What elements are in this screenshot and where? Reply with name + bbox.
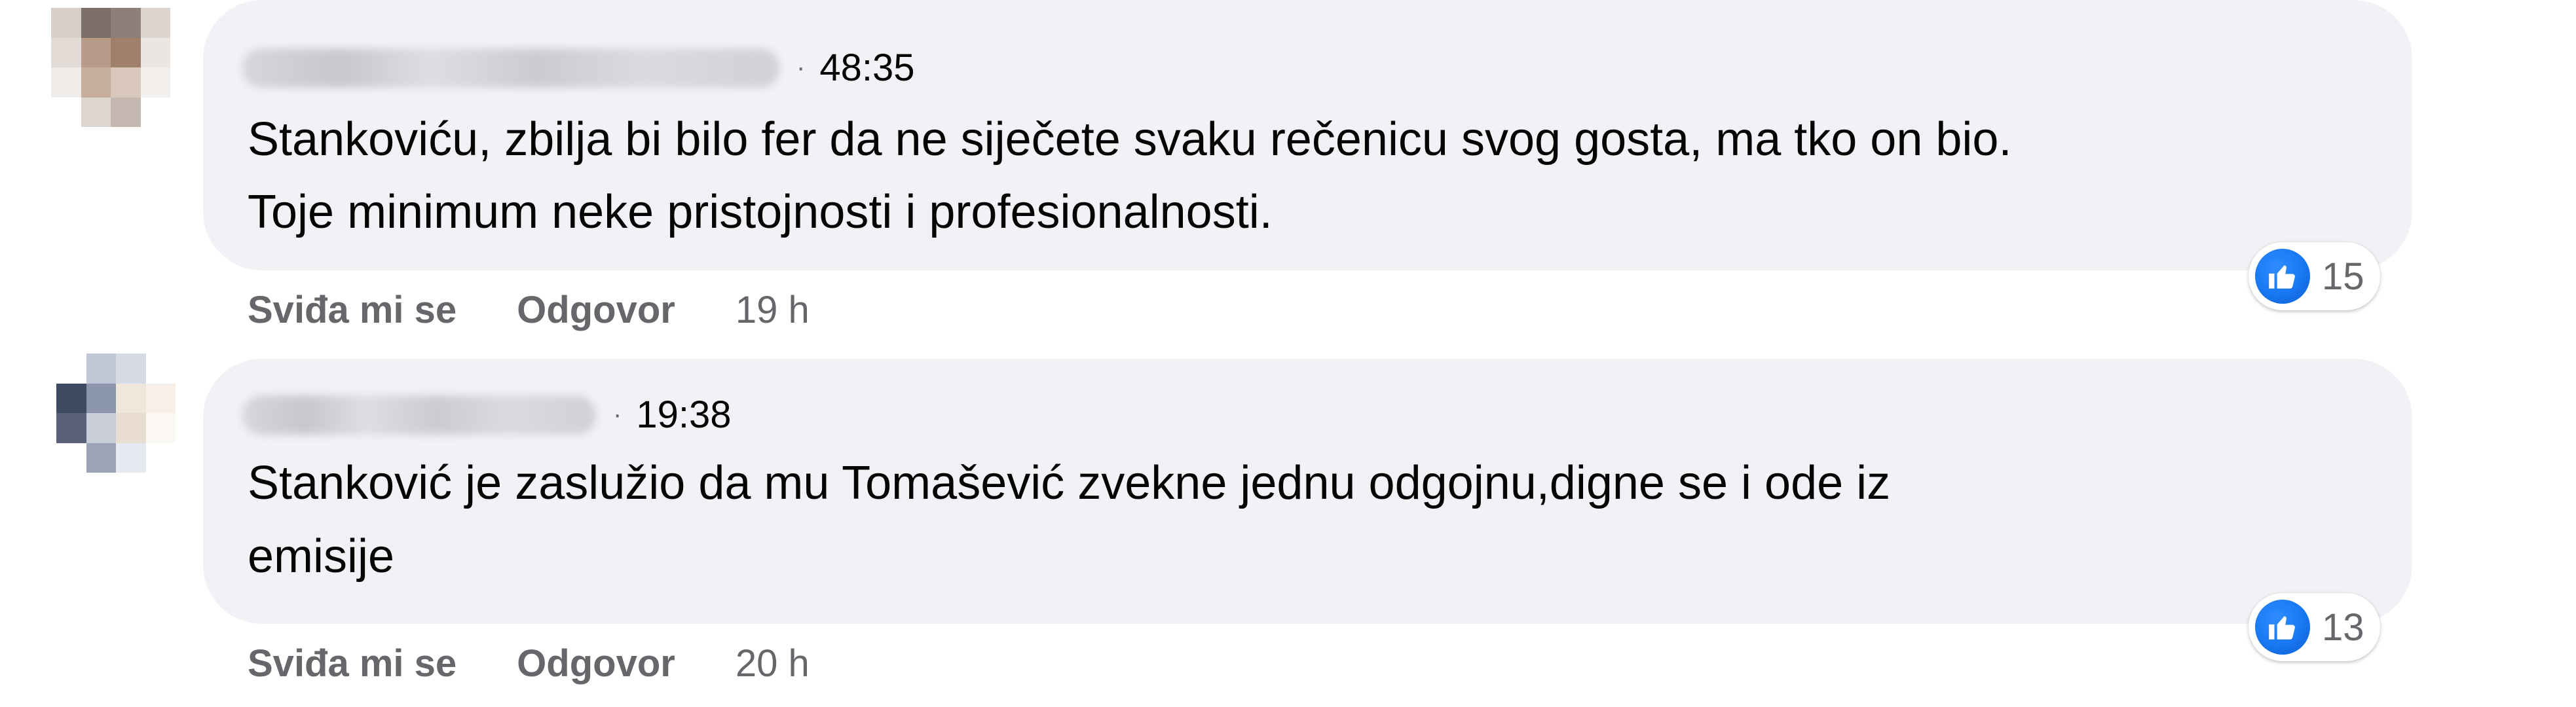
comment-text-line: emisije xyxy=(248,530,395,583)
comment-2: · 19:38 Stanković je zaslužio da mu Toma… xyxy=(0,354,2576,707)
timestamp-link[interactable]: 48:35 xyxy=(819,46,914,90)
comment-header: · 19:38 xyxy=(242,393,731,437)
reaction-summary[interactable]: 15 xyxy=(2249,242,2380,310)
thumbs-up-icon xyxy=(2255,249,2310,304)
like-button[interactable]: Sviđa mi se xyxy=(248,288,457,332)
comment-1: · 48:35 Stankoviću, zbilja bi bilo fer d… xyxy=(0,0,2576,354)
reply-button[interactable]: Odgovor xyxy=(517,288,675,332)
comment-actions: Sviđa mi se Odgovor 19 h xyxy=(248,288,810,332)
comment-text-line: Toje minimum neke pristojnosti i profesi… xyxy=(248,186,1273,238)
separator-dot: · xyxy=(613,400,622,429)
avatar[interactable] xyxy=(51,8,170,127)
reaction-count: 15 xyxy=(2322,255,2364,298)
comment-text-line: Stanković je zaslužio da mu Tomašević zv… xyxy=(248,457,1891,509)
like-button[interactable]: Sviđa mi se xyxy=(248,642,457,685)
comment-header: · 48:35 xyxy=(242,46,914,90)
comment-text-line: Stankoviću, zbilja bi bilo fer da ne sij… xyxy=(248,113,2012,166)
author-name-redacted[interactable] xyxy=(242,48,779,88)
reaction-count: 13 xyxy=(2322,606,2364,649)
avatar[interactable] xyxy=(56,354,176,473)
thumbs-up-icon xyxy=(2255,600,2310,655)
author-name-redacted[interactable] xyxy=(242,395,596,435)
comment-age[interactable]: 19 h xyxy=(736,288,810,332)
reaction-summary[interactable]: 13 xyxy=(2249,593,2380,661)
comment-age[interactable]: 20 h xyxy=(736,642,810,685)
separator-dot: · xyxy=(796,53,806,82)
reply-button[interactable]: Odgovor xyxy=(517,642,675,685)
comment-actions: Sviđa mi se Odgovor 20 h xyxy=(248,642,810,685)
timestamp-link[interactable]: 19:38 xyxy=(636,393,731,437)
